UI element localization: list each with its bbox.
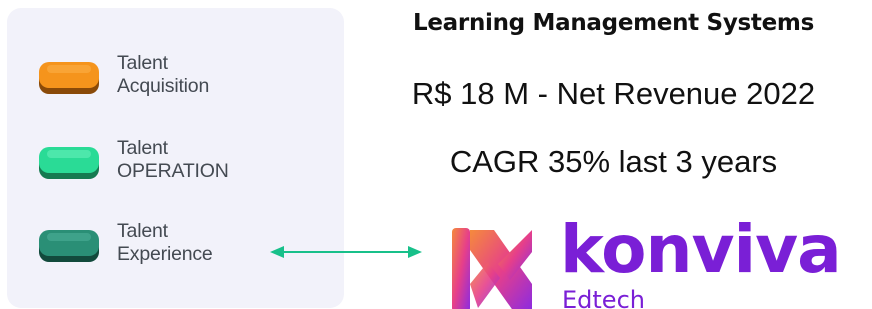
konviva-subtitle: Edtech <box>562 286 645 309</box>
talent-panel: Talent Acquisition Talent OPERATION Tale… <box>7 8 344 308</box>
item-line1: Talent <box>117 52 168 74</box>
green-block-icon <box>33 141 105 183</box>
talent-operation-label: Talent OPERATION <box>117 137 229 183</box>
item-line2: OPERATION <box>117 160 229 182</box>
item-line2: Acquisition <box>117 75 210 97</box>
konviva-logo-mark-icon <box>448 222 536 309</box>
lms-title: Learning Management Systems <box>413 10 814 36</box>
konviva-wordmark: konviva <box>560 211 842 288</box>
orange-block-icon <box>33 56 105 98</box>
talent-operation-item: Talent OPERATION <box>29 131 329 191</box>
talent-experience-label: Talent Experience <box>117 220 213 266</box>
revenue-text: R$ 18 M - Net Revenue 2022 <box>411 76 816 111</box>
item-line1: Talent <box>117 220 168 242</box>
teal-block-icon <box>33 224 105 266</box>
cagr-text: CAGR 35% last 3 years <box>449 144 778 179</box>
slide: Talent Acquisition Talent OPERATION Tale… <box>0 0 872 309</box>
item-line1: Talent <box>117 137 168 159</box>
double-arrow-icon <box>270 244 422 260</box>
talent-acquisition-label: Talent Acquisition <box>117 52 209 98</box>
talent-acquisition-item: Talent Acquisition <box>29 46 329 106</box>
item-line2: Experience <box>117 243 213 265</box>
